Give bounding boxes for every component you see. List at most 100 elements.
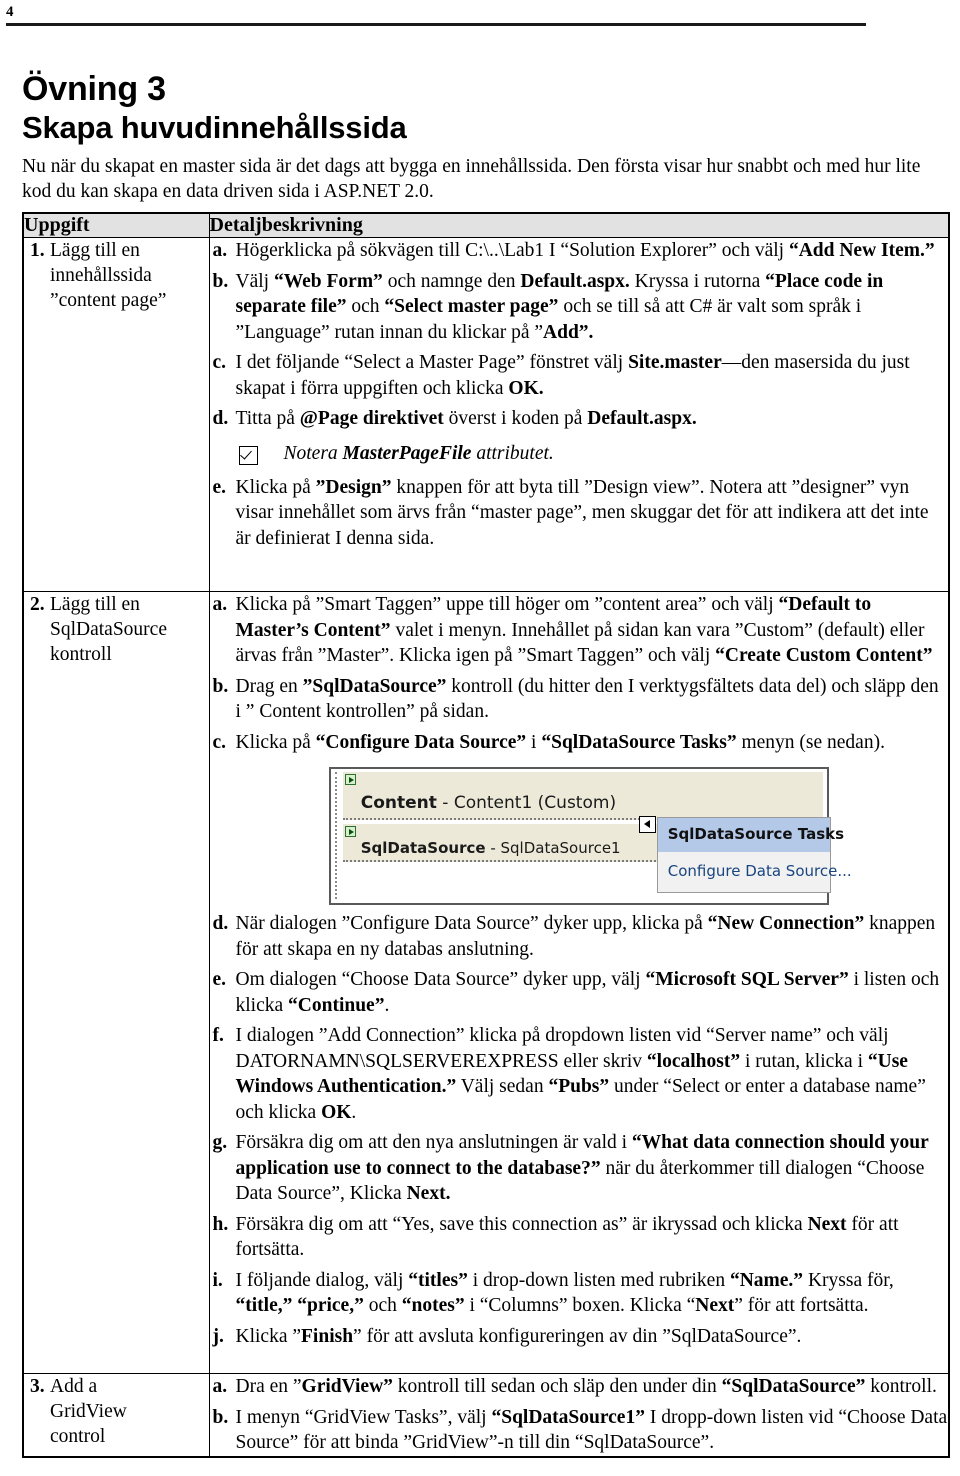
row-spacer bbox=[210, 551, 949, 591]
step-label: c. bbox=[212, 352, 227, 373]
step-label: g. bbox=[212, 1132, 228, 1153]
step-body: Klicka på ”Smart Taggen” uppe till höger… bbox=[235, 594, 933, 666]
task-cell-3: 3. Add a GridView control bbox=[22, 1373, 210, 1457]
sqldatasource-tasks-menu[interactable]: SqlDataSource Tasks Configure Data Sourc… bbox=[656, 817, 852, 893]
sqldatasource-control-suffix: - SqlDataSource1 bbox=[485, 839, 621, 857]
content-control-name: Content bbox=[360, 793, 437, 813]
step-label: i. bbox=[212, 1269, 223, 1291]
step-body: I följande dialog, välj “titles” i drop-… bbox=[235, 1269, 894, 1317]
step-list-3: a. Dra en ”GridView” kontroll till sedan… bbox=[210, 1374, 949, 1456]
row-spacer bbox=[210, 1349, 949, 1373]
step-list-1: a. Högerklicka på sökvägen till C:\..\La… bbox=[210, 238, 949, 432]
intro-line-1: Nu när du skapat en master sida är det d… bbox=[22, 156, 822, 177]
vs-designer-figure: Content - Content1 (Custom) SqlDataSourc… bbox=[210, 767, 949, 905]
list-item: c. I det följande “Select a Master Page”… bbox=[210, 350, 949, 401]
sqldatasource-tag-icon bbox=[344, 826, 356, 837]
step-body: Titta på @Page direktivet överst i koden… bbox=[235, 408, 697, 429]
task-table: Uppgift Detaljbeskrivning 1. Lägg till e… bbox=[22, 212, 950, 1458]
step-label: e. bbox=[212, 476, 227, 498]
task-table-head: Uppgift Detaljbeskrivning bbox=[22, 212, 950, 238]
step-label: b. bbox=[212, 1406, 229, 1428]
exercise-subtitle: Skapa huvudinnehållssida bbox=[22, 110, 407, 145]
step-label: a. bbox=[212, 240, 228, 261]
document-page: 4 Övning 3 Skapa huvudinnehållssida Nu n… bbox=[0, 0, 960, 1476]
title-block: Övning 3 Skapa huvudinnehållssida bbox=[22, 70, 960, 146]
task-cell-1: 1. Lägg till en innehållssida ”content p… bbox=[22, 237, 210, 592]
task-title-line: Add a bbox=[50, 1376, 98, 1397]
step-body: Drag en ”SqlDataSource” kontroll (du hit… bbox=[235, 675, 939, 723]
content-tag-icon bbox=[344, 774, 356, 785]
table-header-row: Uppgift Detaljbeskrivning bbox=[22, 212, 950, 238]
step-label: b. bbox=[212, 675, 229, 697]
step-body: Välj “Web Form” och namnge den Default.a… bbox=[235, 270, 884, 343]
smart-tag-arrow-icon[interactable] bbox=[638, 816, 656, 833]
table-row: 2. Lägg till en SqlDataSource kontroll a… bbox=[22, 591, 950, 1374]
list-item: b. Välj “Web Form” och namnge den Defaul… bbox=[210, 269, 949, 346]
content-control-suffix: - Content1 (Custom) bbox=[436, 793, 617, 813]
task-title-2: Lägg till en SqlDataSource kontroll bbox=[50, 592, 209, 667]
table-row: 1. Lägg till en innehållssida ”content p… bbox=[22, 237, 950, 592]
list-item: e. Klicka på ”Design” knappen för att by… bbox=[210, 475, 949, 552]
task-number-3: 3. bbox=[30, 1376, 45, 1397]
content-control-label: Content - Content1 (Custom) bbox=[361, 791, 616, 817]
detail-cell-1: a. Högerklicka på sökvägen till C:\..\La… bbox=[208, 237, 950, 592]
step-label: d. bbox=[212, 913, 229, 934]
list-item: d. När dialogen ”Configure Data Source” … bbox=[210, 911, 949, 962]
step-list-2: a. Klicka på ”Smart Taggen” uppe till hö… bbox=[210, 592, 949, 755]
task-title-line: GridView bbox=[50, 1401, 127, 1422]
list-item: d. Titta på @Page direktivet överst i ko… bbox=[210, 406, 949, 432]
list-item: j. Klicka ”Finish” för att avsluta konfi… bbox=[210, 1324, 949, 1350]
list-item: f. I dialogen ”Add Connection” klicka på… bbox=[210, 1023, 949, 1125]
list-item: g. Försäkra dig om att den nya anslutnin… bbox=[210, 1130, 949, 1207]
list-item: h. Försäkra dig om att “Yes, save this c… bbox=[210, 1212, 949, 1263]
note-callout: Notera MasterPageFile attributet. bbox=[210, 442, 949, 466]
configure-data-source-menu-item[interactable]: Configure Data Source... bbox=[658, 852, 852, 893]
step-body: Klicka på ”Design” knappen för att byta … bbox=[235, 476, 929, 549]
task-title-line: kontroll bbox=[50, 644, 112, 665]
list-item: i. I följande dialog, välj “titles” i dr… bbox=[210, 1268, 949, 1319]
exercise-title: Övning 3 bbox=[22, 70, 166, 108]
detail-cell-2: a. Klicka på ”Smart Taggen” uppe till hö… bbox=[208, 591, 950, 1374]
header-rule bbox=[6, 23, 866, 26]
step-label: h. bbox=[212, 1213, 229, 1235]
task-number-2: 2. bbox=[30, 594, 45, 615]
page-header: 4 bbox=[0, 0, 960, 26]
task-title-3: Add a GridView control bbox=[50, 1374, 209, 1449]
task-title-line: innehållssida bbox=[50, 265, 152, 286]
list-item: a. Klicka på ”Smart Taggen” uppe till hö… bbox=[210, 592, 949, 669]
task-title-1: Lägg till en innehållssida ”content page… bbox=[50, 238, 209, 313]
step-body: Högerklicka på sökvägen till C:\..\Lab1 … bbox=[235, 240, 935, 261]
list-item: b. Drag en ”SqlDataSource” kontroll (du … bbox=[210, 674, 949, 725]
step-label: a. bbox=[212, 594, 228, 615]
step-body: Försäkra dig om att den nya anslutningen… bbox=[235, 1132, 929, 1204]
step-body: Om dialogen “Choose Data Source” dyker u… bbox=[235, 969, 940, 1016]
vs-designer-canvas: Content - Content1 (Custom) SqlDataSourc… bbox=[334, 772, 852, 899]
table-row: 3. Add a GridView control a. Dra en ”Gri… bbox=[22, 1373, 950, 1457]
detail-cell-3: a. Dra en ”GridView” kontroll till sedan… bbox=[208, 1373, 950, 1457]
task-title-line: SqlDataSource bbox=[50, 619, 167, 640]
step-label: f. bbox=[212, 1025, 224, 1046]
step-list-1-after-note: e. Klicka på ”Design” knappen för att by… bbox=[210, 475, 949, 552]
sqldatasource-control-name: SqlDataSource bbox=[360, 839, 486, 857]
intro-paragraph: Nu när du skapat en master sida är det d… bbox=[22, 154, 938, 204]
step-label: j. bbox=[212, 1325, 224, 1347]
task-title-line: ”content page” bbox=[50, 290, 167, 311]
step-label: e. bbox=[212, 969, 227, 990]
page-number: 4 bbox=[6, 4, 14, 20]
column-header-detail: Detaljbeskrivning bbox=[208, 212, 950, 238]
task-title-line: Lägg till en bbox=[50, 594, 140, 615]
column-header-task: Uppgift bbox=[22, 212, 210, 238]
step-list-2-after-figure: d. När dialogen ”Configure Data Source” … bbox=[210, 911, 949, 1349]
step-body: I menyn “GridView Tasks”, välj “SqlDataS… bbox=[235, 1406, 948, 1454]
checked-checkbox-icon bbox=[238, 445, 258, 465]
step-body: Klicka ”Finish” för att avsluta konfigur… bbox=[235, 1325, 802, 1347]
sqldatasource-tasks-title: SqlDataSource Tasks bbox=[657, 818, 844, 852]
task-table-body: 1. Lägg till en innehållssida ”content p… bbox=[22, 237, 950, 1457]
task-number-1: 1. bbox=[30, 240, 45, 261]
note-text: Notera MasterPageFile attributet. bbox=[283, 442, 554, 464]
task-title-line: Lägg till en bbox=[50, 240, 140, 261]
step-body: När dialogen ”Configure Data Source” dyk… bbox=[235, 913, 936, 960]
step-body: Försäkra dig om att “Yes, save this conn… bbox=[235, 1213, 899, 1261]
task-cell-2: 2. Lägg till en SqlDataSource kontroll bbox=[22, 591, 210, 1374]
sqldatasource-control-label: SqlDataSource - SqlDataSource1 bbox=[361, 836, 621, 862]
